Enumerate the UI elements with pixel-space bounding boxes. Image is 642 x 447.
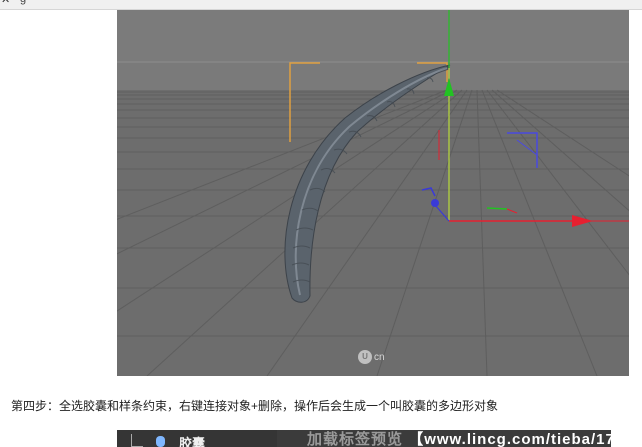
viewport-sky — [117, 10, 629, 62]
c4d-viewport-screenshot — [117, 10, 629, 376]
bracket-open: 【 — [408, 431, 425, 447]
watermark-logo: Ucn — [358, 350, 385, 364]
capsule-icon — [156, 436, 165, 447]
browser-top-strip: ✕ g — [0, 0, 642, 10]
object-tree-row[interactable]: 胶囊 — [117, 430, 277, 447]
tree-connector-icon — [131, 434, 143, 447]
object-manager-preview: 胶囊 加载标签预览 【www.lincg.com/tieba/1799】 — [117, 430, 611, 447]
object-name[interactable]: 胶囊 — [179, 433, 205, 447]
step-caption: 第四步：全选胶囊和样条约束，右键连接对象+删除，操作后会生成一个叫胶囊的多边形对… — [11, 399, 499, 413]
overlay-label: 加载标签预览 — [307, 431, 404, 447]
page: ✕ g — [0, 0, 642, 447]
logo-badge-icon: U — [358, 350, 372, 364]
watermark-url: www.lincg.com/tieba/1799 — [424, 431, 611, 447]
close-icon[interactable]: ✕ — [1, 0, 10, 6]
watermark-text: cn — [374, 351, 385, 363]
watermark-banner: 加载标签预览 【www.lincg.com/tieba/1799】 — [307, 430, 611, 447]
tab-title-fragment[interactable]: g — [20, 0, 26, 5]
